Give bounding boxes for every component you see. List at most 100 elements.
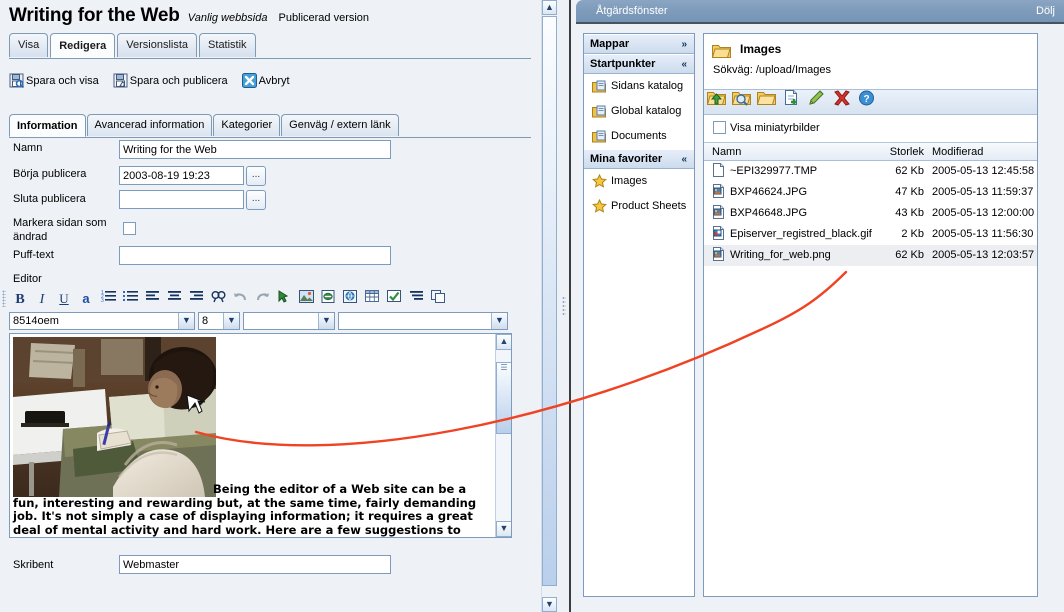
tree-section-mappar[interactable]: Mappar » — [584, 34, 694, 54]
tab-avancerad-information[interactable]: Avancerad information — [86, 114, 213, 136]
splitter-grip-icon[interactable] — [562, 296, 566, 316]
toolbar-grip[interactable] — [2, 290, 6, 307]
italic-icon[interactable]: I — [31, 288, 53, 309]
tab-visa[interactable]: Visa — [9, 33, 49, 57]
spellcheck-icon[interactable] — [383, 288, 405, 309]
table-row[interactable]: BXP46648.JPG 43 Kb 2005-05-13 12:00:00 — [704, 203, 1037, 224]
insert-link-icon[interactable] — [273, 288, 295, 309]
author-label: Skribent — [13, 559, 54, 571]
chevron-down-icon: ▼ — [318, 313, 334, 329]
redo-icon[interactable] — [251, 288, 273, 309]
save-and-publish-button[interactable]: Spara och publicera — [113, 70, 228, 92]
hide-action-window-link[interactable]: Dölj — [1036, 5, 1055, 17]
font-size-select[interactable]: 8 ▼ — [198, 312, 240, 330]
image-file-icon — [712, 247, 725, 269]
insert-document-icon[interactable] — [317, 288, 339, 309]
name-input[interactable] — [119, 140, 391, 159]
insert-image-icon[interactable] — [295, 288, 317, 309]
tree-item-product-sheets[interactable]: Product Sheets — [584, 194, 694, 219]
copy-icon[interactable] — [427, 288, 449, 309]
chevron-down-icon[interactable]: » — [681, 35, 687, 54]
teaser-input[interactable] — [119, 246, 391, 265]
tree-item-global-katalog[interactable]: Global katalog — [584, 99, 694, 124]
tab-versionslista[interactable]: Versionslista — [117, 33, 198, 57]
editor-vertical-scrollbar[interactable]: ▲ ☰ ▼ — [495, 334, 511, 537]
underline-icon[interactable]: U — [53, 288, 75, 309]
pane-scroll-thumb[interactable] — [542, 16, 557, 586]
delete-icon[interactable] — [829, 90, 854, 116]
editor-pane-scrollbar[interactable]: ▲ ▼ — [541, 0, 558, 612]
path-value: /upload/Images — [755, 64, 832, 76]
column-header-modified[interactable]: Modifierad — [932, 143, 983, 161]
star-icon — [592, 198, 607, 223]
cancel-icon — [241, 73, 257, 96]
font-family-value: 8514oem — [13, 315, 59, 327]
tree-section-startpunkter-label: Startpunkter — [590, 58, 656, 70]
indent-icon[interactable] — [405, 288, 427, 309]
tree-item-sidans-katalog[interactable]: Sidans katalog — [584, 74, 694, 99]
stop-publish-browse-button[interactable]: ... — [246, 190, 266, 210]
tree-item-images[interactable]: Images — [584, 169, 694, 194]
pane-scroll-up-icon[interactable]: ▲ — [542, 0, 557, 15]
column-header-name[interactable]: Namn — [712, 143, 741, 161]
cancel-button[interactable]: Avbryt — [241, 70, 290, 92]
tab-statistik[interactable]: Statistik — [199, 33, 256, 57]
bullet-list-icon[interactable] — [119, 288, 141, 309]
table-row[interactable]: Writing_for_web.png 62 Kb 2005-05-13 12:… — [704, 245, 1037, 266]
new-folder-icon[interactable] — [754, 90, 779, 116]
find-icon[interactable] — [207, 288, 229, 309]
folder-refresh-icon[interactable] — [729, 90, 754, 116]
undo-icon[interactable] — [229, 288, 251, 309]
insert-hyperlink-icon[interactable] — [339, 288, 361, 309]
start-publish-input[interactable] — [119, 166, 244, 185]
text-indent-spacer — [13, 482, 213, 493]
table-row[interactable]: ~EPI329977.TMP 62 Kb 2005-05-13 12:45:58 — [704, 161, 1037, 182]
tab-genvag-extern-lank[interactable]: Genväg / extern länk — [281, 114, 399, 136]
font-color-icon[interactable]: a — [75, 288, 97, 309]
help-icon[interactable]: ? — [854, 90, 879, 116]
mark-changed-checkbox[interactable] — [123, 222, 136, 235]
pane-scroll-down-icon[interactable]: ▼ — [542, 597, 557, 612]
stop-publish-input[interactable] — [119, 190, 244, 209]
rich-text-editor[interactable]: Being the editor of a Web site can be a … — [9, 333, 512, 538]
show-thumbnails-checkbox[interactable] — [713, 121, 726, 134]
paragraph-style-select[interactable]: ▼ — [243, 312, 335, 330]
ordered-list-icon[interactable]: 123 — [97, 288, 119, 309]
insert-table-icon[interactable] — [361, 288, 383, 309]
format-select[interactable]: ▼ — [338, 312, 508, 330]
font-family-select[interactable]: 8514oem ▼ — [9, 312, 195, 330]
save-and-view-label: Spara och visa — [26, 75, 99, 87]
align-center-icon[interactable] — [163, 288, 185, 309]
rich-text-canvas[interactable]: Being the editor of a Web site can be a … — [10, 334, 494, 537]
writing-for-web-photo[interactable] — [13, 337, 216, 497]
scroll-up-icon[interactable]: ▲ — [496, 334, 511, 350]
mark-changed-label-line2: ändrad — [13, 231, 48, 243]
editor-scroll-thumb[interactable]: ☰ — [496, 362, 511, 434]
current-folder-name: Images — [740, 42, 782, 56]
tab-information[interactable]: Information — [9, 114, 86, 137]
chevron-up-icon[interactable]: « — [681, 150, 687, 169]
tree-section-startpunkter[interactable]: Startpunkter « — [584, 54, 694, 74]
chevron-up-icon[interactable]: « — [681, 55, 687, 74]
pane-splitter[interactable] — [559, 0, 569, 612]
author-input[interactable] — [119, 555, 391, 574]
scroll-down-icon[interactable]: ▼ — [496, 521, 511, 537]
file-name-text: Writing_for_web.png — [730, 249, 831, 261]
table-row[interactable]: Episerver_registred_black.gif 2 Kb 2005-… — [704, 224, 1037, 245]
tree-section-mina-favoriter[interactable]: Mina favoriter « — [584, 149, 694, 169]
rename-icon[interactable] — [804, 90, 829, 116]
file-list-header: Namn Storlek Modifierad — [704, 142, 1037, 161]
bold-icon[interactable]: B — [9, 288, 31, 309]
tab-kategorier[interactable]: Kategorier — [213, 114, 281, 136]
save-and-view-button[interactable]: Spara och visa — [9, 70, 99, 92]
table-row[interactable]: BXP46624.JPG 47 Kb 2005-05-13 11:59:37 — [704, 182, 1037, 203]
align-right-icon[interactable] — [185, 288, 207, 309]
editor-body-text[interactable]: Being the editor of a Web site can be a … — [13, 482, 487, 537]
align-left-icon[interactable] — [141, 288, 163, 309]
new-file-icon[interactable] — [779, 90, 804, 116]
tree-item-documents[interactable]: Documents — [584, 124, 694, 149]
column-header-size[interactable]: Storlek — [879, 143, 924, 161]
tab-redigera[interactable]: Redigera — [50, 33, 116, 58]
start-publish-browse-button[interactable]: ... — [246, 166, 266, 186]
folder-up-icon[interactable] — [704, 90, 729, 116]
